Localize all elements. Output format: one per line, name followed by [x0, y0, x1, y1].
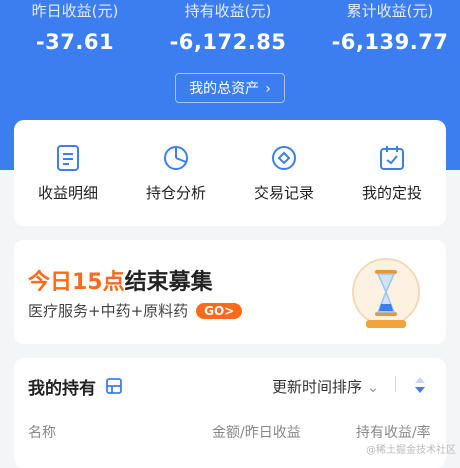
- promo-title: 今日15点结束募集: [28, 264, 213, 296]
- document-icon: [57, 145, 79, 171]
- stat-value: -6,139.77: [331, 30, 449, 54]
- promo-title-rest: 结束募集: [124, 270, 213, 295]
- holdings-title: 我的持有: [28, 379, 96, 399]
- sort-toggle-icon[interactable]: [414, 376, 426, 394]
- sort-dropdown[interactable]: 更新时间排序 ⌄: [272, 376, 379, 397]
- sort-label: 更新时间排序: [272, 378, 363, 396]
- grid-view-icon[interactable]: [106, 378, 122, 394]
- divider: [395, 376, 396, 392]
- stat-value: -6,172.85: [169, 30, 287, 54]
- chevron-down-icon: ⌄: [366, 378, 380, 396]
- cumulative-earnings: 累计收益(元) -6,139.77: [330, 0, 450, 56]
- go-button[interactable]: GO>: [196, 303, 243, 319]
- column-header-amount: 金额/昨日收益: [212, 425, 301, 441]
- my-auto-invest-button[interactable]: 我的定投: [342, 144, 442, 203]
- watermark: @稀土掘金技术社区: [366, 445, 456, 456]
- trade-records-button[interactable]: 交易记录: [234, 144, 334, 203]
- diamond-circle-icon: [272, 146, 296, 170]
- yesterday-earnings: 昨日收益(元) -37.61: [20, 0, 130, 56]
- stat-value: -37.61: [35, 30, 115, 54]
- column-header-holding-return: 持有收益/率: [356, 425, 431, 441]
- stat-label: 昨日收益(元): [31, 2, 119, 20]
- pie-chart-icon: [164, 146, 188, 170]
- total-assets-button[interactable]: 我的总资产 ›: [175, 73, 285, 103]
- promo-banner[interactable]: 今日15点结束募集 医疗服务+中药+原料药 GO>: [14, 240, 446, 344]
- column-header-name: 名称: [28, 425, 56, 441]
- total-assets-label: 我的总资产: [189, 81, 260, 97]
- holding-analysis-button[interactable]: 持仓分析: [126, 144, 226, 203]
- promo-subtitle: 医疗服务+中药+原料药: [28, 302, 189, 320]
- holding-earnings: 持有收益(元) -6,172.85: [168, 0, 288, 56]
- quick-action-label: 收益明细: [37, 184, 98, 202]
- stat-label: 累计收益(元): [346, 2, 434, 20]
- hourglass-icon: [352, 258, 420, 328]
- quick-action-label: 我的定投: [361, 184, 422, 202]
- quick-actions-card: 收益明细 持仓分析 交易记录 我的定投: [14, 120, 446, 226]
- earnings-detail-button[interactable]: 收益明细: [18, 144, 118, 203]
- calendar-check-icon: [380, 146, 404, 170]
- quick-action-label: 交易记录: [253, 184, 314, 202]
- stat-label: 持有收益(元): [184, 2, 272, 20]
- promo-subtitle-row: 医疗服务+中药+原料药 GO>: [28, 300, 243, 321]
- chevron-right-icon: ›: [265, 81, 271, 97]
- quick-action-label: 持仓分析: [145, 184, 206, 202]
- promo-title-highlight: 今日15点: [28, 270, 125, 295]
